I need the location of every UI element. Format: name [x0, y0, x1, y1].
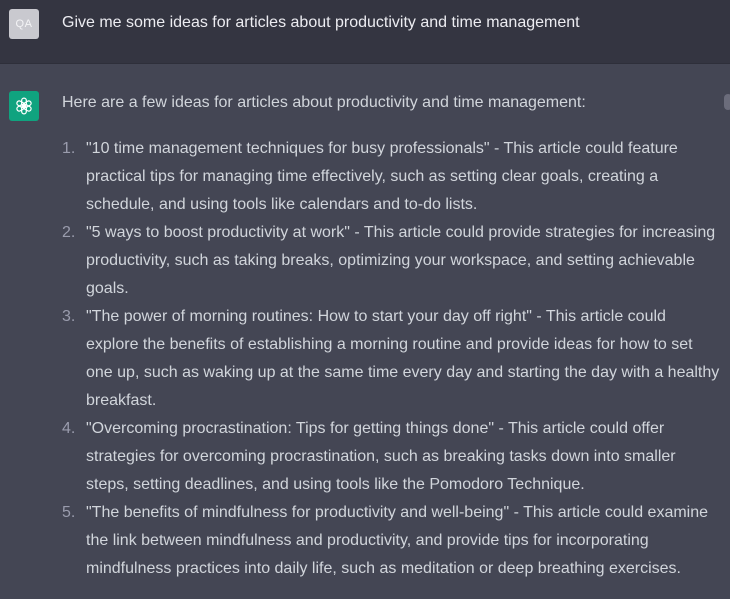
assistant-message-row: Here are a few ideas for articles about …: [0, 64, 730, 599]
ideas-list: 1. "10 time management techniques for bu…: [62, 135, 722, 583]
list-item-number: 3.: [62, 308, 76, 325]
response-intro: Here are a few ideas for articles about …: [62, 94, 586, 111]
list-item: 1. "10 time management techniques for bu…: [62, 135, 722, 219]
user-avatar: QA: [9, 9, 39, 39]
list-item: 4. "Overcoming procrastination: Tips for…: [62, 415, 722, 499]
list-item-text: "Overcoming procrastination: Tips for ge…: [86, 420, 676, 493]
list-item-text: "The benefits of mindfulness for product…: [86, 504, 709, 577]
list-item: 3. "The power of morning routines: How t…: [62, 303, 722, 415]
user-prompt-text: Give me some ideas for articles about pr…: [62, 14, 580, 31]
list-item-text: "5 ways to boost productivity at work" -…: [86, 224, 716, 297]
list-item-text: "The power of morning routines: How to s…: [86, 308, 720, 409]
openai-logo-icon: [9, 91, 39, 121]
list-item-number: 4.: [62, 420, 76, 437]
list-item-number: 2.: [62, 224, 76, 241]
list-item-text: "10 time management techniques for busy …: [86, 140, 678, 213]
list-item-number: 5.: [62, 504, 76, 521]
user-message-row: QA Give me some ideas for articles about…: [0, 0, 730, 64]
list-item: 5. "The benefits of mindfulness for prod…: [62, 499, 722, 583]
edge-button-partial[interactable]: [724, 94, 730, 110]
openai-logo-svg: [16, 97, 32, 115]
list-item-number: 1.: [62, 140, 76, 157]
list-item: 2. "5 ways to boost productivity at work…: [62, 219, 722, 303]
assistant-response: Here are a few ideas for articles about …: [62, 91, 722, 583]
